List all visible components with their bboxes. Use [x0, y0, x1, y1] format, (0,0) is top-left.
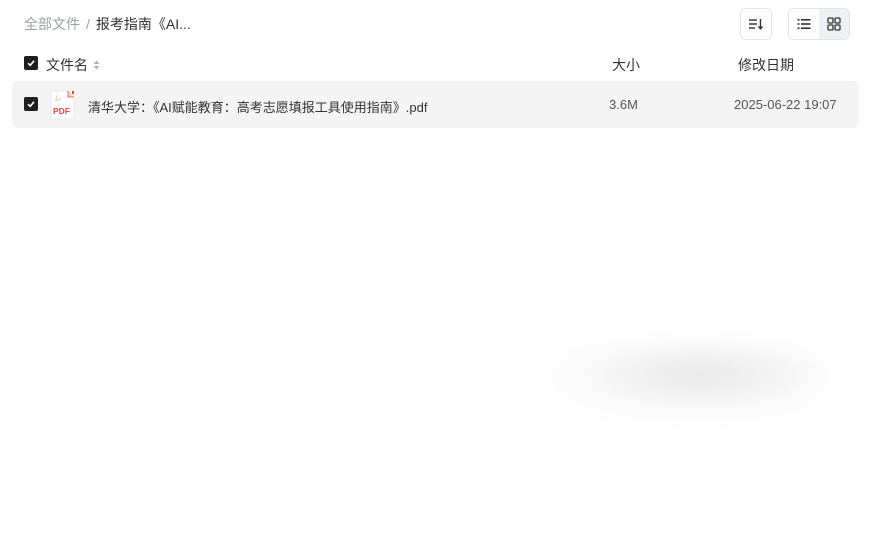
column-header-size[interactable]: 大小: [612, 55, 640, 75]
file-row[interactable]: PDF 清华大学：《AI赋能教育：高考志愿填报工具使用指南》.pdf 3.6M …: [12, 81, 859, 128]
pdf-icon-label: PDF: [53, 106, 70, 116]
grid-view-button[interactable]: [819, 9, 849, 39]
view-toolbar: [740, 8, 850, 40]
file-modified-date: 2025-06-22 19:07: [734, 97, 837, 112]
checkmark-icon: [27, 60, 35, 67]
blurred-overlay: [545, 345, 825, 420]
sort-arrows-icon: [93, 60, 100, 70]
checkmark-icon: [27, 101, 35, 108]
sort-icon: [749, 19, 764, 30]
column-header-name-label: 文件名: [46, 57, 88, 73]
pdf-icon: PDF: [50, 90, 75, 120]
breadcrumb-root-link[interactable]: 全部文件: [24, 14, 80, 34]
column-header-name[interactable]: 文件名: [46, 55, 100, 75]
grid-view-icon: [827, 17, 841, 31]
select-all-checkbox[interactable]: [24, 56, 38, 70]
breadcrumb-current: 报考指南《AI...: [95, 16, 191, 32]
sort-button[interactable]: [740, 8, 772, 40]
breadcrumb-separator: /: [86, 16, 90, 32]
column-header-modified[interactable]: 修改日期: [738, 55, 794, 75]
view-mode-toggle: [788, 8, 850, 40]
list-view-button[interactable]: [789, 9, 819, 39]
file-size: 3.6M: [609, 97, 638, 112]
list-view-icon: [797, 19, 811, 29]
file-row-checkbox[interactable]: [24, 97, 38, 111]
breadcrumb: 全部文件 / 报考指南《AI...: [24, 14, 191, 34]
file-list-header: 文件名 大小 修改日期: [12, 52, 859, 76]
file-name[interactable]: 清华大学：《AI赋能教育：高考志愿填报工具使用指南》.pdf: [88, 97, 427, 116]
